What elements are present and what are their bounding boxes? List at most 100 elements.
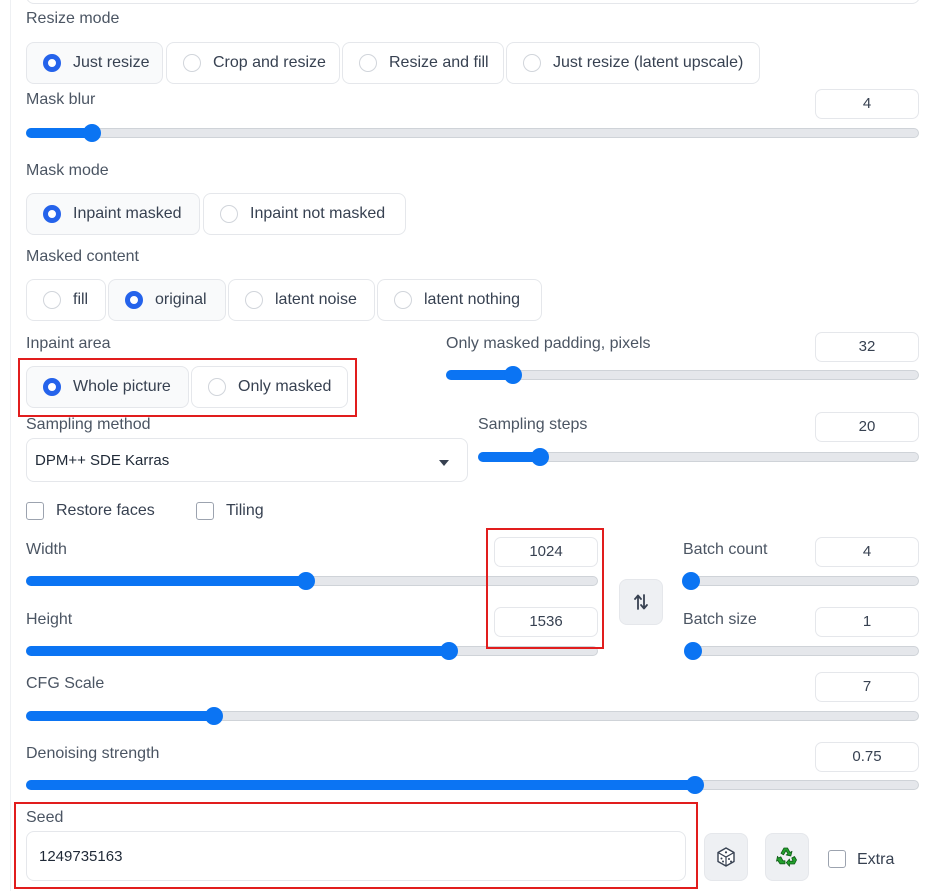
batch-count-label: Batch count xyxy=(683,541,768,558)
batch-size-slider[interactable] xyxy=(684,642,919,660)
masked-content-latent-noise[interactable]: latent noise xyxy=(228,279,375,321)
seed-label: Seed xyxy=(26,809,64,826)
restore-faces-label: Restore faces xyxy=(56,502,155,519)
swap-dimensions-icon xyxy=(634,594,648,610)
inpaint-area-label: Inpaint area xyxy=(26,335,111,352)
radio-label: fill xyxy=(73,291,89,308)
radio-label: original xyxy=(155,291,207,308)
batch-size-label: Batch size xyxy=(683,611,757,628)
radio-indicator xyxy=(523,54,541,72)
radio-indicator xyxy=(394,291,412,309)
radio-label: latent noise xyxy=(275,291,357,308)
mask-mode-inpaint-masked[interactable]: Inpaint masked xyxy=(26,193,200,235)
radio-label: Just resize (latent upscale) xyxy=(553,54,744,71)
sampling-method-label: Sampling method xyxy=(26,416,151,433)
height-input[interactable]: 1536 xyxy=(494,607,598,637)
slider-thumb[interactable] xyxy=(531,448,550,466)
sampling-method-dropdown[interactable]: DPM++ SDE Karras xyxy=(26,438,468,482)
slider-thumb[interactable] xyxy=(503,366,522,384)
sampling-steps-slider[interactable] xyxy=(478,448,919,466)
radio-indicator xyxy=(43,291,61,309)
slider-thumb[interactable] xyxy=(684,642,702,660)
radio-indicator xyxy=(183,54,201,72)
radio-indicator xyxy=(208,378,226,396)
sampling-steps-label: Sampling steps xyxy=(478,416,588,433)
slider-thumb[interactable] xyxy=(297,572,316,590)
only-masked-padding-slider[interactable] xyxy=(446,366,919,384)
slider-thumb[interactable] xyxy=(686,776,705,794)
resize-mode-resize-and-fill[interactable]: Resize and fill xyxy=(342,42,504,84)
reuse-seed-button[interactable] xyxy=(765,833,809,881)
slider-thumb[interactable] xyxy=(682,572,701,590)
resize-mode-crop-and-resize[interactable]: Crop and resize xyxy=(166,42,340,84)
radio-label: Crop and resize xyxy=(213,54,326,71)
chevron-down-icon xyxy=(439,460,449,466)
batch-count-input[interactable]: 4 xyxy=(815,537,919,567)
only-masked-padding-label: Only masked padding, pixels xyxy=(446,335,651,352)
mask-blur-slider[interactable] xyxy=(26,124,919,142)
mask-mode-inpaint-not-masked[interactable]: Inpaint not masked xyxy=(203,193,406,235)
resize-mode-label: Resize mode xyxy=(26,10,120,27)
mask-blur-input[interactable]: 4 xyxy=(815,89,919,119)
restore-faces-checkbox[interactable] xyxy=(26,502,44,520)
panel-border xyxy=(10,0,11,891)
tiling-label: Tiling xyxy=(226,502,264,519)
mask-blur-label: Mask blur xyxy=(26,91,96,108)
slider-fill xyxy=(26,711,215,721)
batch-size-input[interactable]: 1 xyxy=(815,607,919,637)
radio-indicator xyxy=(43,205,61,223)
extra-checkbox[interactable] xyxy=(828,850,846,868)
mask-mode-label: Mask mode xyxy=(26,162,109,179)
height-slider[interactable] xyxy=(26,642,598,660)
slider-fill xyxy=(446,370,513,380)
radio-label: Just resize xyxy=(73,54,150,71)
width-slider[interactable] xyxy=(26,572,598,590)
slider-thumb[interactable] xyxy=(83,124,102,142)
masked-content-original[interactable]: original xyxy=(108,279,226,321)
sampling-method-value: DPM++ SDE Karras xyxy=(35,451,170,469)
radio-label: Inpaint not masked xyxy=(250,205,386,222)
swap-dimensions-button[interactable] xyxy=(619,579,663,625)
radio-label: Inpaint masked xyxy=(73,205,182,222)
cfg-scale-slider[interactable] xyxy=(26,707,919,725)
cfg-scale-label: CFG Scale xyxy=(26,675,105,692)
radio-indicator xyxy=(125,291,143,309)
seed-input[interactable]: 1249735163 xyxy=(26,831,686,881)
previous-field-edge xyxy=(26,0,920,4)
radio-indicator xyxy=(245,291,263,309)
dice-icon xyxy=(717,847,735,867)
radio-indicator xyxy=(43,378,61,396)
denoising-strength-input[interactable]: 0.75 xyxy=(815,742,919,772)
slider-fill xyxy=(26,576,307,586)
resize-mode-latent-upscale[interactable]: Just resize (latent upscale) xyxy=(506,42,760,84)
cfg-scale-input[interactable]: 7 xyxy=(815,672,919,702)
radio-label: Whole picture xyxy=(73,378,171,395)
masked-content-label: Masked content xyxy=(26,248,139,265)
extra-label: Extra xyxy=(857,851,895,868)
denoising-strength-slider[interactable] xyxy=(26,776,919,794)
radio-indicator xyxy=(220,205,238,223)
batch-count-slider[interactable] xyxy=(682,572,919,590)
height-label: Height xyxy=(26,611,73,628)
radio-label: Only masked xyxy=(238,378,332,395)
slider-fill xyxy=(26,646,449,656)
tiling-checkbox[interactable] xyxy=(196,502,214,520)
sampling-steps-input[interactable]: 20 xyxy=(815,412,919,442)
recycle-icon xyxy=(776,847,797,867)
only-masked-padding-input[interactable]: 32 xyxy=(815,332,919,362)
width-input[interactable]: 1024 xyxy=(494,537,598,567)
denoising-strength-label: Denoising strength xyxy=(26,745,160,762)
slider-fill xyxy=(26,780,696,790)
radio-indicator xyxy=(43,54,61,72)
radio-label: Resize and fill xyxy=(389,54,489,71)
masked-content-fill[interactable]: fill xyxy=(26,279,106,321)
inpaint-area-only-masked[interactable]: Only masked xyxy=(191,366,348,408)
masked-content-latent-nothing[interactable]: latent nothing xyxy=(377,279,542,321)
inpaint-area-whole-picture[interactable]: Whole picture xyxy=(26,366,189,408)
slider-thumb[interactable] xyxy=(439,642,458,660)
slider-thumb[interactable] xyxy=(205,707,224,725)
resize-mode-just-resize[interactable]: Just resize xyxy=(26,42,163,84)
radio-label: latent nothing xyxy=(424,291,521,308)
width-label: Width xyxy=(26,541,67,558)
random-seed-button[interactable] xyxy=(704,833,748,881)
